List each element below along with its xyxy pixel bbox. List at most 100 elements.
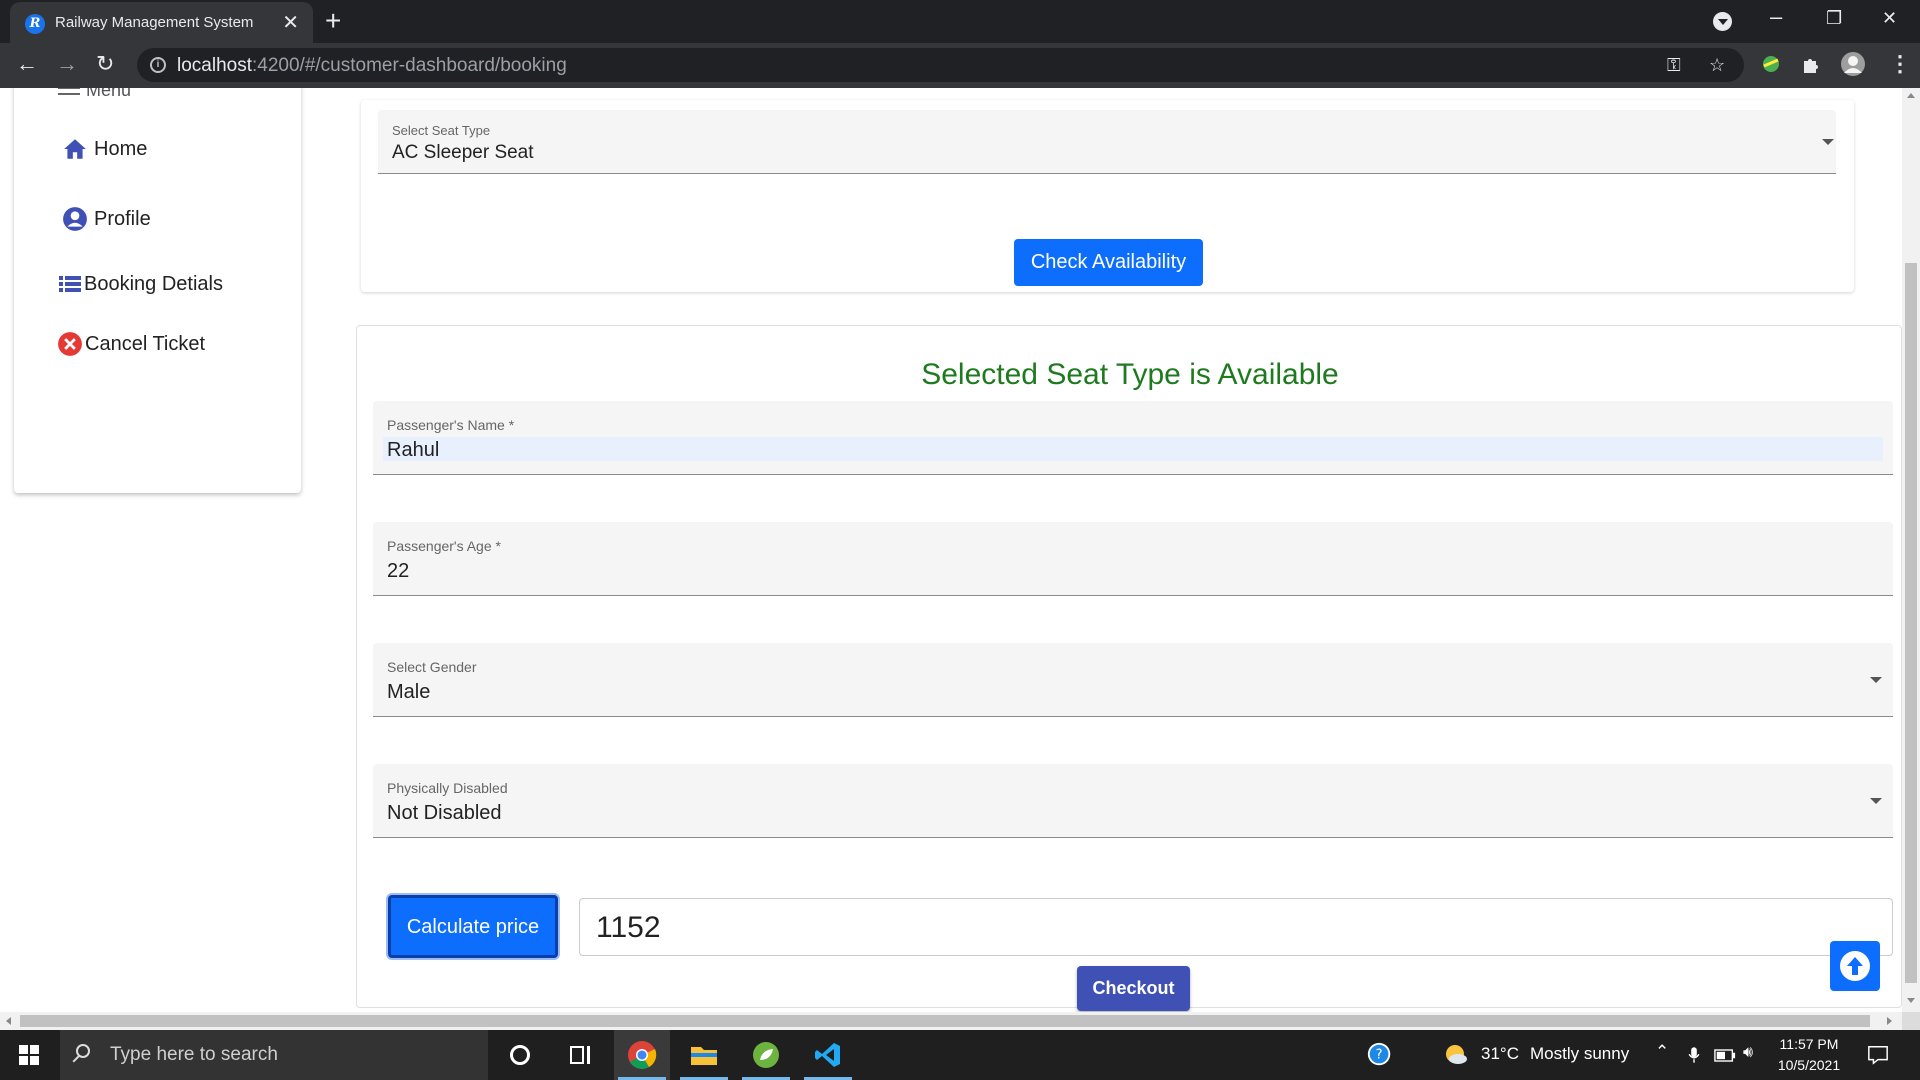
list-icon — [59, 276, 81, 292]
seat-type-select[interactable]: Select Seat Type AC Sleeper Seat — [378, 110, 1836, 174]
physically-disabled-value: Not Disabled — [387, 802, 502, 824]
vertical-scroll-thumb[interactable] — [1905, 263, 1917, 983]
forward-icon[interactable]: → — [56, 51, 78, 77]
menu-toggle[interactable]: Menu — [58, 88, 131, 101]
vscode-taskbar-icon[interactable] — [800, 1030, 856, 1080]
calculate-price-button[interactable]: Calculate price — [388, 895, 558, 958]
arrow-up-circle-icon — [1840, 951, 1870, 981]
windows-taskbar: Type here to search ? 31°C Mostly sunny … — [0, 1030, 1920, 1080]
page-viewport: Menu Home Profile Booking Detials Cancel… — [0, 88, 1902, 1012]
svg-text:?: ? — [1376, 1048, 1383, 1063]
key-icon[interactable]: ⚿ — [1667, 55, 1681, 76]
scroll-right-icon[interactable] — [1887, 1017, 1892, 1025]
gender-select[interactable]: Select Gender Male — [373, 643, 1893, 717]
url-text[interactable]: localhost:4200/#/customer-dashboard/book… — [177, 55, 567, 77]
file-explorer-taskbar-icon[interactable] — [676, 1030, 732, 1080]
sidebar-item-home[interactable]: Home — [62, 136, 147, 162]
vertical-scrollbar[interactable] — [1902, 88, 1920, 1012]
menu-icon — [58, 88, 80, 99]
passenger-name-label: Passenger's Name * — [387, 417, 515, 433]
browser-tab[interactable]: R Railway Management System ✕ — [10, 2, 313, 43]
booking-form-card: Selected Seat Type is Available Passenge… — [356, 325, 1902, 1011]
gender-value: Male — [387, 681, 431, 703]
address-bar[interactable]: i localhost:4200/#/customer-dashboard/bo… — [137, 48, 1744, 82]
availability-message: Selected Seat Type is Available — [921, 358, 1339, 391]
app-favicon-icon: R — [25, 14, 45, 34]
sidebar-item-label: Cancel Ticket — [85, 332, 206, 355]
weather-sun-icon[interactable] — [1442, 1041, 1470, 1069]
checkout-button[interactable]: Checkout — [1077, 966, 1190, 1011]
clock-time: 11:57 PM — [1779, 1036, 1839, 1052]
physically-disabled-label: Physically Disabled — [387, 780, 508, 796]
sidebar-item-cancel-ticket[interactable]: Cancel Ticket — [57, 331, 205, 357]
horizontal-scrollbar[interactable] — [0, 1012, 1902, 1030]
passenger-name-value: Rahul — [387, 439, 440, 461]
cortana-icon[interactable] — [492, 1030, 548, 1080]
menu-label: Menu — [86, 88, 132, 100]
chevron-down-icon — [1870, 677, 1882, 683]
microphone-icon[interactable] — [1687, 1045, 1701, 1065]
seat-type-value: AC Sleeper Seat — [392, 142, 534, 163]
price-output: 1152 — [579, 898, 1893, 956]
bookmark-star-icon[interactable]: ☆ — [1709, 55, 1725, 76]
puzzle-extensions-icon[interactable] — [1800, 53, 1822, 75]
check-availability-button[interactable]: Check Availability — [1014, 239, 1203, 286]
sidebar-item-booking-details[interactable]: Booking Detials — [58, 271, 223, 297]
windows-start-icon[interactable] — [19, 1045, 39, 1065]
weather-text[interactable]: Mostly sunny — [1530, 1044, 1629, 1064]
search-icon — [76, 1044, 90, 1058]
chrome-icon — [628, 1041, 657, 1069]
tray-chevron-up-icon[interactable]: ⌃ — [1655, 1042, 1669, 1062]
cancel-icon — [58, 332, 82, 356]
scroll-to-top-button[interactable] — [1830, 941, 1880, 991]
sidebar-item-label: Home — [94, 137, 148, 160]
restore-icon[interactable]: ❐ — [1826, 8, 1842, 29]
chrome-taskbar-icon[interactable] — [614, 1030, 670, 1080]
passenger-age-field[interactable]: Passenger's Age * 22 — [373, 522, 1893, 596]
profile-avatar-icon[interactable] — [1840, 51, 1866, 77]
seat-type-label: Select Seat Type — [392, 123, 491, 138]
browser-menu-icon[interactable]: ⋮ — [1889, 51, 1911, 77]
passenger-age-value: 22 — [387, 560, 410, 582]
task-view-icon[interactable] — [552, 1030, 608, 1080]
sidebar-item-profile[interactable]: Profile — [62, 206, 151, 232]
tab-search-icon[interactable] — [1713, 12, 1732, 31]
account-circle-icon — [63, 207, 87, 231]
reload-icon[interactable]: ↻ — [96, 51, 114, 77]
notifications-icon[interactable] — [1867, 1044, 1889, 1066]
window-close-icon[interactable]: ✕ — [1882, 8, 1897, 29]
chevron-down-icon — [1822, 139, 1834, 145]
volume-icon[interactable]: 🔊︎ — [1743, 1044, 1753, 1062]
folder-icon — [691, 1047, 717, 1065]
chevron-down-icon — [1870, 798, 1882, 804]
sidebar: Menu Home Profile Booking Detials Cancel… — [14, 88, 301, 493]
gender-label: Select Gender — [387, 659, 477, 675]
scroll-down-icon[interactable] — [1907, 998, 1915, 1003]
site-info-icon[interactable]: i — [150, 57, 166, 73]
physically-disabled-select[interactable]: Physically Disabled Not Disabled — [373, 764, 1893, 838]
sidebar-item-label: Booking Detials — [84, 272, 223, 295]
horizontal-scroll-thumb[interactable] — [20, 1015, 1870, 1027]
autofill-highlight — [383, 437, 1883, 461]
taskbar-clock[interactable]: 11:57 PM 10/5/2021 — [1774, 1034, 1844, 1076]
passenger-name-field[interactable]: Passenger's Name * Rahul — [373, 401, 1893, 475]
browser-tab-strip: R Railway Management System ✕ + – ❐ ✕ — [0, 0, 1920, 43]
new-tab-icon[interactable]: + — [325, 5, 341, 37]
battery-icon[interactable] — [1714, 1049, 1736, 1062]
spring-tools-taskbar-icon[interactable] — [738, 1030, 794, 1080]
tab-close-icon[interactable]: ✕ — [282, 10, 299, 35]
taskbar-search[interactable]: Type here to search — [60, 1030, 488, 1080]
scroll-left-icon[interactable] — [6, 1017, 11, 1025]
extension-icon[interactable] — [1760, 53, 1782, 75]
home-icon — [64, 139, 86, 159]
clock-date: 10/5/2021 — [1777, 1057, 1841, 1073]
vscode-icon — [815, 1043, 840, 1067]
passenger-age-label: Passenger's Age * — [387, 538, 501, 554]
browser-toolbar: ← → ↻ i localhost:4200/#/customer-dashbo… — [0, 43, 1920, 88]
minimize-icon[interactable]: – — [1770, 4, 1782, 30]
scroll-up-icon[interactable] — [1907, 93, 1915, 98]
weather-temp[interactable]: 31°C — [1481, 1044, 1519, 1064]
help-icon[interactable]: ? — [1366, 1041, 1394, 1069]
spring-leaf-icon — [753, 1042, 779, 1068]
back-icon[interactable]: ← — [16, 51, 38, 77]
